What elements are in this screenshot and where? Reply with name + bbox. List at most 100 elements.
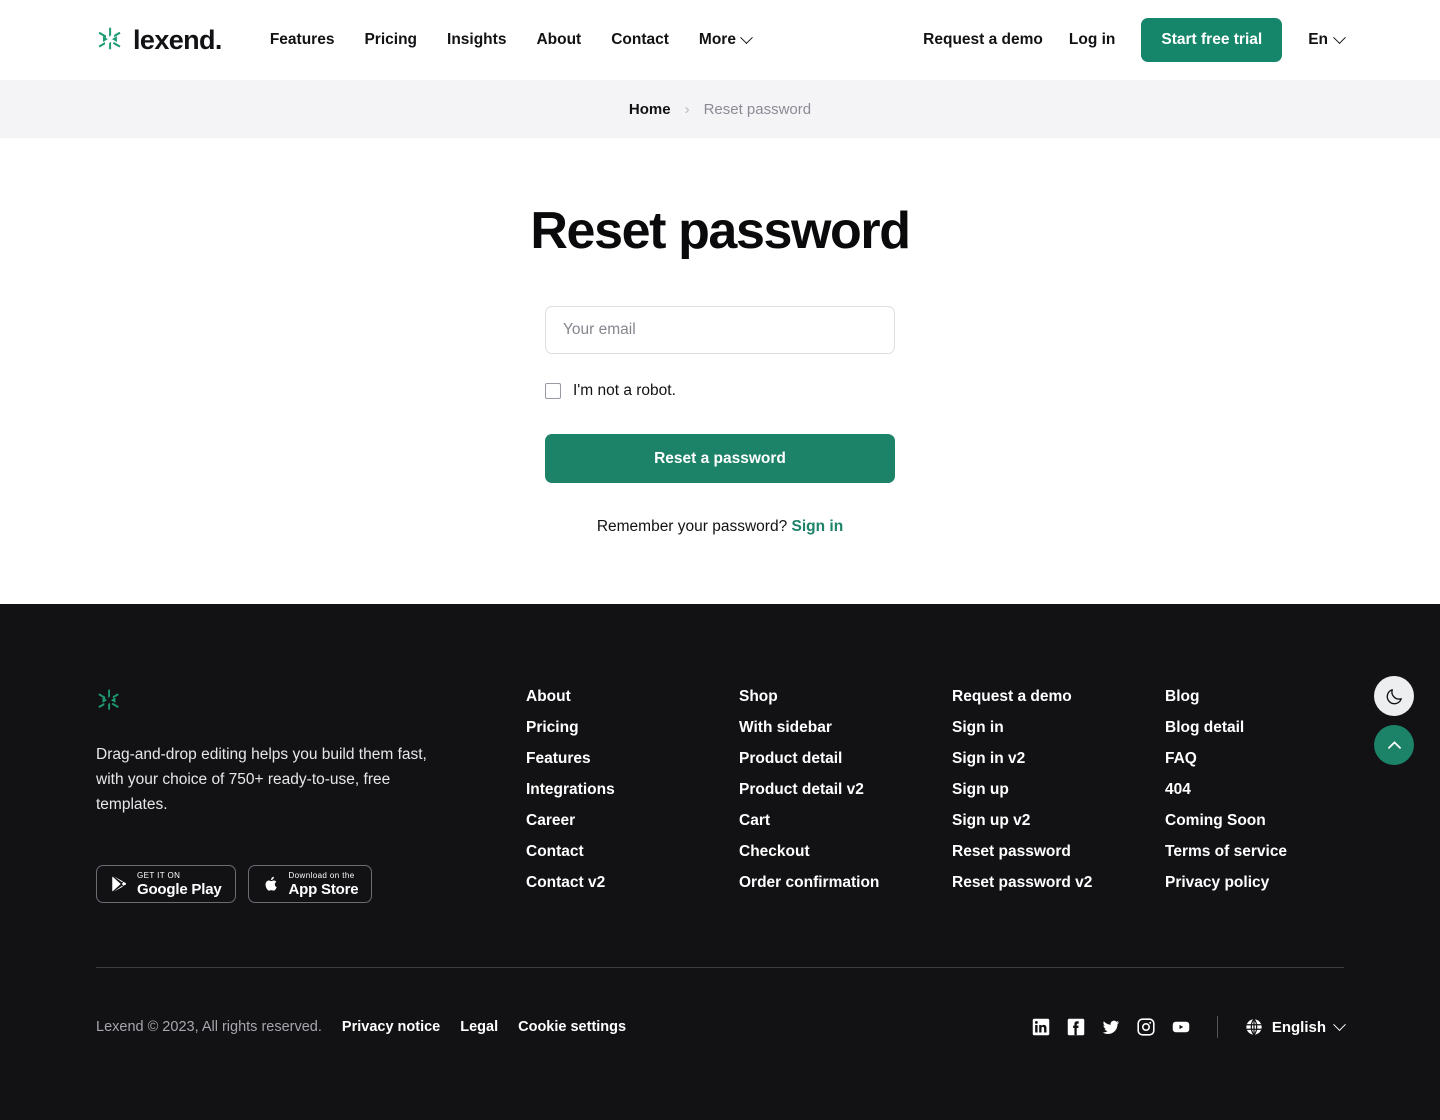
main-content: Reset password I'm not a robot. Reset a … (0, 138, 1440, 604)
language-selector-header[interactable]: En (1308, 30, 1346, 49)
linkedin-icon[interactable] (1032, 1018, 1050, 1036)
chevron-up-icon (1387, 740, 1401, 749)
footer-link[interactable]: Reset password v2 (952, 874, 1165, 892)
chevron-down-icon (740, 30, 753, 44)
footer-link[interactable]: Career (526, 812, 739, 830)
email-input[interactable] (545, 306, 895, 354)
footer-top: Drag-and-drop editing helps you build th… (96, 604, 1344, 904)
footer-link[interactable]: Order confirmation (739, 874, 952, 892)
nav-label: Insights (447, 31, 507, 48)
floating-action-buttons (1374, 676, 1414, 765)
breadcrumb-home-link[interactable]: Home (629, 101, 671, 118)
not-a-robot-checkbox[interactable] (545, 383, 561, 399)
request-demo-link[interactable]: Request a demo (923, 31, 1043, 49)
legal-links: Privacy notice Legal Cookie settings (342, 1019, 626, 1035)
chevron-down-icon (1333, 1017, 1346, 1031)
site-footer: Drag-and-drop editing helps you build th… (0, 604, 1440, 1120)
nav-label: About (536, 31, 582, 48)
footer-link[interactable]: Checkout (739, 843, 952, 861)
youtube-icon[interactable] (1172, 1018, 1190, 1036)
google-play-icon (112, 876, 127, 892)
language-selector-footer[interactable]: English (1245, 1017, 1346, 1036)
brand-logo[interactable]: lexend. (96, 25, 222, 56)
google-play-badge[interactable]: GET IT ON Google Play (96, 865, 236, 904)
nav-item-more[interactable]: More (698, 30, 753, 49)
cookie-settings-link[interactable]: Cookie settings (518, 1019, 626, 1035)
language-selector-footer-label: English (1271, 1018, 1326, 1036)
app-store-badges: GET IT ON Google Play Download on the Ap… (96, 865, 526, 904)
footer-link[interactable]: Product detail v2 (739, 781, 952, 799)
login-link[interactable]: Log in (1069, 31, 1116, 49)
footer-link[interactable]: Request a demo (952, 688, 1165, 706)
footer-column-company: About Pricing Features Integrations Care… (526, 688, 739, 903)
header-actions: Request a demo Log in Start free trial E… (923, 18, 1346, 62)
footer-link[interactable]: Blog detail (1165, 719, 1287, 737)
dark-mode-toggle-button[interactable] (1374, 676, 1414, 716)
site-header: lexend. Features Pricing Insights About … (0, 0, 1440, 80)
facebook-icon[interactable] (1067, 1018, 1085, 1036)
badge-big-label: App Store (288, 880, 359, 898)
footer-link[interactable]: About (526, 688, 739, 706)
footer-link[interactable]: Sign up (952, 781, 1165, 799)
brand-name: lexend. (133, 24, 222, 55)
badge-small-label: Download on the (288, 870, 355, 880)
footer-link[interactable]: Sign up v2 (952, 812, 1165, 830)
footer-column-shop: Shop With sidebar Product detail Product… (739, 688, 952, 903)
footer-link-columns: About Pricing Features Integrations Care… (526, 688, 1344, 903)
reset-password-button[interactable]: Reset a password (545, 434, 895, 483)
footer-link[interactable]: Terms of service (1165, 843, 1287, 861)
back-to-top-button[interactable] (1374, 725, 1414, 765)
nav-item-about[interactable]: About (536, 31, 581, 49)
nav-item-contact[interactable]: Contact (611, 31, 669, 49)
app-store-text: Download on the App Store (288, 870, 359, 898)
nav-label: Pricing (364, 31, 418, 48)
legal-link[interactable]: Legal (460, 1019, 498, 1035)
footer-link[interactable]: Privacy policy (1165, 874, 1287, 892)
footer-link[interactable]: 404 (1165, 781, 1287, 799)
remember-password-text: Remember your password? Sign in (545, 518, 895, 536)
footer-link[interactable]: Integrations (526, 781, 739, 799)
badge-small-label: GET IT ON (137, 870, 181, 880)
footer-link[interactable]: Product detail (739, 750, 952, 768)
not-a-robot-label: I'm not a robot. (573, 382, 676, 399)
breadcrumb: Home › Reset password (629, 101, 811, 118)
footer-link[interactable]: Pricing (526, 719, 739, 737)
sign-in-link[interactable]: Sign in (792, 518, 844, 535)
footer-link[interactable]: FAQ (1165, 750, 1287, 768)
footer-link[interactable]: Reset password (952, 843, 1165, 861)
instagram-icon[interactable] (1137, 1018, 1155, 1036)
nav-label: Features (269, 31, 335, 48)
footer-link[interactable]: With sidebar (739, 719, 952, 737)
page-title: Reset password (530, 202, 911, 260)
moon-icon (1386, 688, 1402, 704)
nav-item-pricing[interactable]: Pricing (364, 31, 417, 49)
app-store-badge[interactable]: Download on the App Store (247, 865, 373, 904)
nav-label: More (698, 31, 736, 48)
footer-link[interactable]: Features (526, 750, 739, 768)
footer-link[interactable]: Shop (739, 688, 952, 706)
badge-big-label: Google Play (137, 880, 222, 898)
footer-link[interactable]: Contact (526, 843, 739, 861)
footer-separator (1216, 1016, 1218, 1038)
start-free-trial-button[interactable]: Start free trial (1141, 18, 1283, 62)
footer-column-resources: Blog Blog detail FAQ 404 Coming Soon Ter… (1165, 688, 1287, 903)
footer-link[interactable]: Cart (739, 812, 952, 830)
reset-password-form: I'm not a robot. Reset a password Rememb… (545, 306, 895, 536)
twitter-icon[interactable] (1102, 1018, 1120, 1036)
footer-link[interactable]: Contact v2 (526, 874, 739, 892)
breadcrumb-current: Reset password (703, 100, 812, 118)
privacy-notice-link[interactable]: Privacy notice (342, 1019, 440, 1035)
footer-link[interactable]: Blog (1165, 688, 1287, 706)
apple-icon (265, 877, 277, 892)
nav-item-insights[interactable]: Insights (447, 31, 506, 49)
footer-link[interactable]: Sign in v2 (952, 750, 1165, 768)
footer-link[interactable]: Sign in (952, 719, 1165, 737)
nav-item-features[interactable]: Features (270, 31, 335, 49)
robot-checkbox-row: I'm not a robot. (545, 382, 895, 400)
language-selector-label: En (1308, 31, 1328, 48)
footer-link[interactable]: Coming Soon (1165, 812, 1287, 830)
lexend-asterisk-icon (96, 688, 122, 714)
footer-bottom-bar: Lexend © 2023, All rights reserved. Priv… (96, 1016, 1346, 1038)
social-links: English (1032, 1016, 1346, 1038)
footer-brand-block: Drag-and-drop editing helps you build th… (96, 688, 526, 904)
